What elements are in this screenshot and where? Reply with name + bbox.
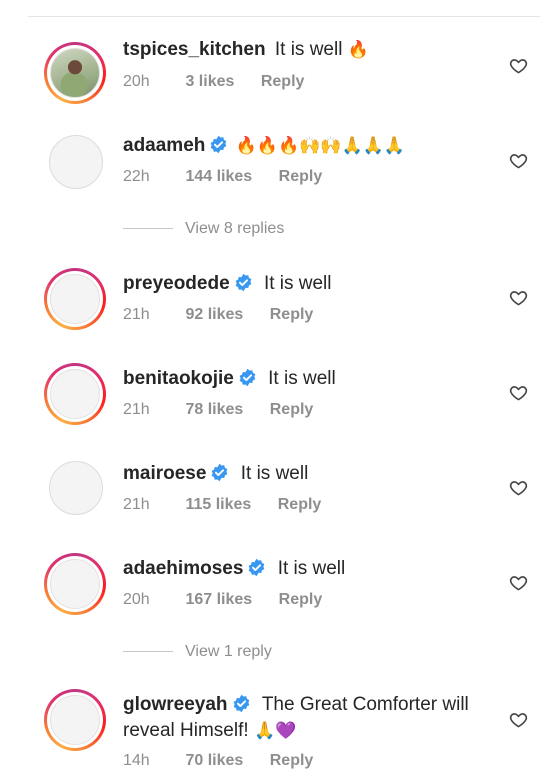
avatar[interactable]: [44, 689, 106, 751]
heart-icon[interactable]: [509, 573, 528, 592]
timestamp: 14h: [123, 752, 150, 769]
reply-button[interactable]: Reply: [278, 496, 322, 514]
likes-count[interactable]: 78 likes: [185, 401, 243, 419]
likes-count[interactable]: 167 likes: [185, 591, 252, 609]
avatar[interactable]: [49, 461, 103, 515]
timestamp: 21h: [123, 401, 150, 418]
comment-emoji: 🔥: [347, 40, 369, 59]
avatar[interactable]: [44, 553, 106, 615]
heart-icon[interactable]: [509, 151, 528, 170]
avatar[interactable]: [44, 363, 106, 425]
likes-count[interactable]: 144 likes: [185, 168, 252, 186]
comment-emoji: 🙏💜: [253, 721, 297, 740]
likes-count[interactable]: 70 likes: [185, 752, 243, 770]
timestamp: 21h: [123, 496, 150, 513]
likes-count[interactable]: 92 likes: [185, 306, 243, 324]
reply-button[interactable]: Reply: [270, 306, 314, 324]
comment-text-continued: reveal Himself!: [123, 720, 249, 741]
comment-text: It is well: [240, 463, 309, 484]
heart-icon[interactable]: [509, 478, 528, 497]
comment-text: The Great Comforter will: [261, 694, 469, 715]
likes-count[interactable]: 115 likes: [185, 496, 251, 514]
heart-icon[interactable]: [509, 383, 528, 402]
heart-icon[interactable]: [509, 288, 528, 307]
username[interactable]: adaameh: [123, 135, 205, 156]
verified-badge-icon: [239, 368, 256, 387]
view-replies-label[interactable]: View 8 replies: [185, 220, 284, 237]
verified-badge-icon: [233, 694, 249, 713]
divider-line: [123, 228, 173, 230]
top-divider: [28, 16, 540, 17]
verified-badge-icon: [235, 273, 251, 292]
username[interactable]: tspices_kitchen: [123, 39, 266, 60]
likes-count[interactable]: 3 likes: [185, 73, 234, 91]
verified-badge-icon: [212, 463, 228, 482]
comment-text: It is well: [277, 558, 346, 579]
timestamp: 22h: [123, 168, 150, 185]
comment-text: It is well: [268, 368, 336, 389]
timestamp: 20h: [123, 73, 150, 90]
username[interactable]: mairoese: [123, 463, 206, 484]
heart-icon[interactable]: [509, 710, 528, 729]
verified-badge-icon: [249, 558, 265, 577]
comment-text: It is well: [274, 39, 343, 60]
username[interactable]: preyeodede: [123, 273, 230, 294]
comment-emoji: 🔥🔥🔥🙌🙌🙏🙏🙏: [235, 136, 405, 155]
username[interactable]: adaehimoses: [123, 558, 243, 579]
reply-button[interactable]: Reply: [270, 401, 314, 419]
divider-line: [123, 651, 173, 653]
view-replies-label[interactable]: View 1 reply: [185, 643, 272, 660]
avatar[interactable]: [44, 268, 106, 330]
comment-text: It is well: [263, 273, 332, 294]
view-replies-button[interactable]: View 1 reply: [123, 643, 272, 661]
timestamp: 20h: [123, 591, 150, 608]
verified-badge-icon: [211, 135, 227, 154]
reply-button[interactable]: Reply: [279, 591, 323, 609]
timestamp: 21h: [123, 306, 150, 323]
reply-button[interactable]: Reply: [279, 168, 323, 186]
view-replies-button[interactable]: View 8 replies: [123, 220, 284, 238]
heart-icon[interactable]: [509, 56, 528, 75]
avatar[interactable]: [49, 135, 103, 189]
username[interactable]: benitaokojie: [123, 368, 234, 389]
reply-button[interactable]: Reply: [261, 73, 305, 91]
avatar[interactable]: [44, 42, 106, 104]
reply-button[interactable]: Reply: [270, 752, 314, 770]
username[interactable]: glowreeyah: [123, 694, 228, 715]
